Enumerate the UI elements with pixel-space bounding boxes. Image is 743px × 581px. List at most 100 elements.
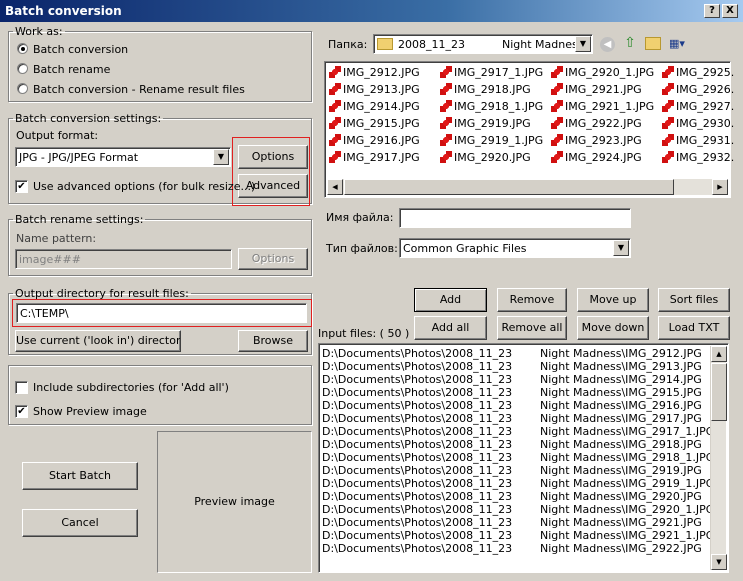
table-row[interactable]: D:\Documents\Photos\2008_11_23 Night Madn… — [322, 360, 702, 373]
include-subdirs-checkbox[interactable] — [15, 381, 28, 394]
scroll-thumb[interactable] — [344, 179, 674, 195]
scroll-right-icon[interactable]: ▶ — [712, 179, 728, 195]
file-item[interactable]: IMG_2931. — [662, 132, 734, 149]
file-item[interactable]: IMG_2930. — [662, 115, 734, 132]
file-item[interactable]: IMG_2920_1.JPG — [551, 64, 654, 81]
input-files-list[interactable]: D:\Documents\Photos\2008_11_23 Night Madn… — [318, 343, 729, 573]
image-file-icon — [662, 117, 674, 129]
folder-extra: Night Madness — [502, 38, 584, 51]
table-row[interactable]: D:\Documents\Photos\2008_11_23 Night Madn… — [322, 503, 714, 516]
scroll-down-icon[interactable]: ▼ — [711, 554, 727, 570]
file-item[interactable]: IMG_2922.JPG — [551, 115, 642, 132]
table-row[interactable]: D:\Documents\Photos\2008_11_23 Night Madn… — [322, 451, 714, 464]
table-row[interactable]: D:\Documents\Photos\2008_11_23 Night Madn… — [322, 399, 702, 412]
file-item[interactable]: IMG_2924.JPG — [551, 149, 642, 166]
add-all-button[interactable]: Add all — [414, 316, 487, 340]
file-item[interactable]: IMG_2918.JPG — [440, 81, 531, 98]
table-row[interactable]: D:\Documents\Photos\2008_11_23 Night Madn… — [322, 477, 714, 490]
image-file-icon — [662, 134, 674, 146]
image-file-icon — [440, 83, 452, 95]
image-file-icon — [329, 100, 341, 112]
scroll-left-icon[interactable]: ◀ — [327, 179, 343, 195]
file-item[interactable]: IMG_2923.JPG — [551, 132, 642, 149]
file-browser[interactable]: IMG_2912.JPG IMG_2913.JPG IMG_2914.JPG I… — [324, 61, 734, 198]
chevron-down-icon[interactable]: ▼ — [213, 149, 229, 165]
file-item[interactable]: IMG_2919_1.JPG — [440, 132, 543, 149]
file-item[interactable]: IMG_2915.JPG — [329, 115, 420, 132]
chevron-down-icon[interactable]: ▼ — [613, 240, 629, 256]
remove-button[interactable]: Remove — [497, 288, 567, 312]
table-row[interactable]: D:\Documents\Photos\2008_11_23 Night Madn… — [322, 516, 702, 529]
filetype-select[interactable]: Common Graphic Files ▼ — [399, 238, 631, 258]
move-down-button[interactable]: Move down — [577, 316, 649, 340]
start-batch-button[interactable]: Start Batch — [22, 462, 138, 490]
output-dir-input[interactable]: C:\TEMP\ — [16, 303, 307, 323]
advanced-options-checkbox[interactable]: ✔ — [15, 180, 28, 193]
input-files-vscroll[interactable]: ▲ ▼ — [710, 346, 727, 570]
back-icon[interactable]: ◀ — [600, 37, 615, 52]
table-row[interactable]: D:\Documents\Photos\2008_11_23 Night Madn… — [322, 386, 702, 399]
file-item[interactable]: IMG_2925. — [662, 64, 734, 81]
table-row[interactable]: D:\Documents\Photos\2008_11_23 Night Madn… — [322, 347, 702, 360]
image-file-icon — [329, 117, 341, 129]
folder-select[interactable]: 2008_11_23 Night Madness ▼ — [373, 34, 593, 54]
file-item[interactable]: IMG_2919.JPG — [440, 115, 531, 132]
table-row[interactable]: D:\Documents\Photos\2008_11_23 Night Madn… — [322, 425, 714, 438]
file-item[interactable]: IMG_2913.JPG — [329, 81, 420, 98]
radio-batch-rename[interactable] — [17, 63, 28, 74]
table-row[interactable]: D:\Documents\Photos\2008_11_23 Night Madn… — [322, 412, 702, 425]
file-item[interactable]: IMG_2932. — [662, 149, 734, 166]
file-item[interactable]: IMG_2921.JPG — [551, 81, 642, 98]
show-preview-checkbox[interactable]: ✔ — [15, 405, 28, 418]
filetype-label: Тип файлов: — [326, 242, 398, 255]
table-row[interactable]: D:\Documents\Photos\2008_11_23 Night Madn… — [322, 490, 702, 503]
chevron-down-icon[interactable]: ▼ — [575, 36, 591, 52]
file-item[interactable]: IMG_2914.JPG — [329, 98, 420, 115]
file-item[interactable]: IMG_2918_1.JPG — [440, 98, 543, 115]
radio-batch-conversion[interactable] — [17, 43, 28, 54]
image-file-icon — [662, 66, 674, 78]
file-browser-hscroll[interactable]: ◀ ▶ — [327, 179, 728, 195]
cancel-button[interactable]: Cancel — [22, 509, 138, 537]
table-row[interactable]: D:\Documents\Photos\2008_11_23 Night Madn… — [322, 464, 702, 477]
table-row[interactable]: D:\Documents\Photos\2008_11_23 Night Madn… — [322, 529, 714, 542]
file-item[interactable]: IMG_2917.JPG — [329, 149, 420, 166]
output-format-value: JPG - JPG/JPEG Format — [19, 151, 139, 164]
table-row[interactable]: D:\Documents\Photos\2008_11_23 Night Madn… — [322, 438, 702, 451]
add-button[interactable]: Add — [414, 288, 487, 312]
options-button[interactable]: Options — [238, 145, 308, 169]
name-pattern-input[interactable]: image### — [15, 249, 232, 269]
new-folder-icon[interactable] — [645, 37, 661, 50]
sort-files-button[interactable]: Sort files — [658, 288, 730, 312]
scroll-up-icon[interactable]: ▲ — [711, 346, 727, 362]
file-item[interactable]: IMG_2927. — [662, 98, 734, 115]
table-row[interactable]: D:\Documents\Photos\2008_11_23 Night Madn… — [322, 542, 702, 555]
file-item[interactable]: IMG_2916.JPG — [329, 132, 420, 149]
scroll-thumb[interactable] — [711, 363, 727, 421]
image-file-icon — [662, 100, 674, 112]
close-button[interactable]: X — [722, 4, 738, 18]
image-file-icon — [440, 66, 452, 78]
file-item[interactable]: IMG_2912.JPG — [329, 64, 420, 81]
move-up-button[interactable]: Move up — [577, 288, 649, 312]
up-folder-icon[interactable]: ⇧ — [622, 35, 638, 52]
file-item[interactable]: IMG_2926. — [662, 81, 734, 98]
radio-batch-conversion-rename[interactable] — [17, 83, 28, 94]
file-item[interactable]: IMG_2920.JPG — [440, 149, 531, 166]
name-pattern-label: Name pattern: — [16, 232, 97, 245]
remove-all-button[interactable]: Remove all — [497, 316, 567, 340]
load-txt-button[interactable]: Load TXT — [658, 316, 730, 340]
folder-icon — [377, 38, 393, 50]
view-menu-icon[interactable]: ▦▾ — [669, 36, 693, 52]
filename-label: Имя файла: — [326, 211, 394, 224]
table-row[interactable]: D:\Documents\Photos\2008_11_23 Night Madn… — [322, 373, 702, 386]
output-format-select[interactable]: JPG - JPG/JPEG Format ▼ — [15, 147, 231, 167]
advanced-options-label: Use advanced options (for bulk resize...… — [33, 180, 256, 193]
help-button[interactable]: ? — [704, 4, 720, 18]
filename-input[interactable] — [399, 208, 631, 228]
rename-options-button[interactable]: Options — [238, 248, 308, 270]
file-item[interactable]: IMG_2917_1.JPG — [440, 64, 543, 81]
use-current-dir-button[interactable]: Use current ('look in') directory — [15, 330, 181, 352]
browse-button[interactable]: Browse — [238, 330, 308, 352]
file-item[interactable]: IMG_2921_1.JPG — [551, 98, 654, 115]
